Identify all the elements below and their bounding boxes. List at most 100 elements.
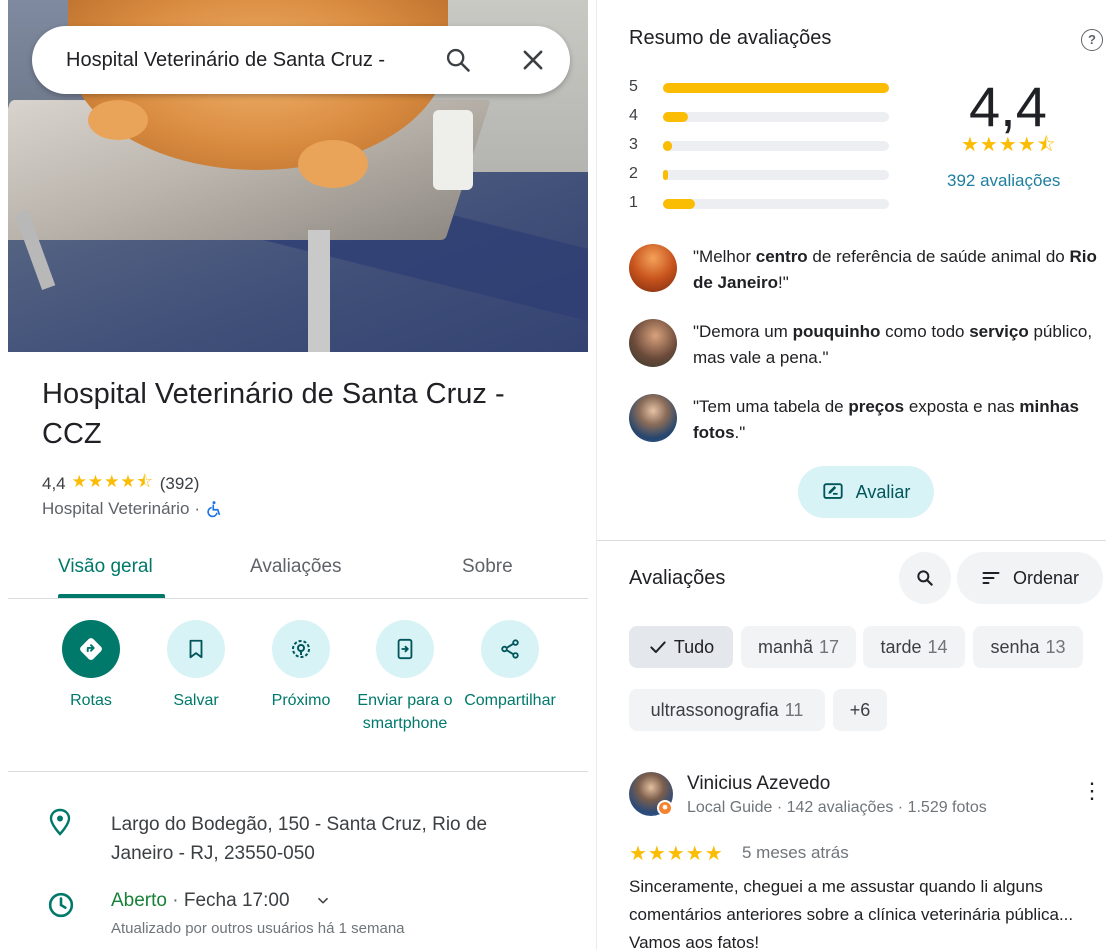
snippet-keyword: preços <box>848 397 905 416</box>
chip-label: ultrassonografia <box>650 699 779 720</box>
address-text: Largo do Bodegão, 150 - Santa Cruz, Rio … <box>111 814 488 864</box>
review-author[interactable]: Vinicius Azevedo <box>687 773 830 795</box>
histogram-track <box>663 170 889 180</box>
search-icon[interactable] <box>444 46 472 74</box>
histogram-bar <box>663 199 695 209</box>
histogram-row[interactable]: 3 <box>629 136 899 156</box>
search-input[interactable]: Hospital Veterinário de Santa Cruz - <box>66 49 385 72</box>
snippet-text: exposta e nas <box>904 397 1020 416</box>
search-icon <box>917 570 933 586</box>
chip-count: 11 <box>784 699 804 720</box>
location-pin-icon <box>49 808 71 836</box>
local-guide-badge-icon: ✸ <box>657 800 673 816</box>
clock-icon <box>48 892 74 918</box>
tab-reviews[interactable]: Avaliações <box>250 556 342 578</box>
rating-value: 4,4 <box>42 473 66 493</box>
chip-count: 14 <box>927 636 948 657</box>
filter-chip-all[interactable]: Tudo <box>629 626 733 668</box>
chip-label: Tudo <box>673 636 715 657</box>
search-reviews-button[interactable] <box>899 552 951 604</box>
rate-review-icon <box>823 483 843 499</box>
bookmark-icon <box>189 639 203 659</box>
open-status: Aberto <box>111 890 167 911</box>
review-text: Sinceramente, cheguei a me assustar quan… <box>629 877 1074 950</box>
divider <box>8 771 588 772</box>
avatar <box>629 244 677 292</box>
category-line: Hospital Veterinário · <box>42 499 223 519</box>
write-review-label: Avaliar <box>855 481 911 502</box>
chip-label: manhã <box>757 636 813 657</box>
more-options-icon[interactable]: ⋮ <box>1081 780 1103 810</box>
hours-updated-note: Atualizado por outros usuários há 1 sema… <box>111 920 405 937</box>
avatar <box>629 394 677 442</box>
active-tab-indicator <box>58 594 165 598</box>
avatar <box>629 319 677 367</box>
histogram-row[interactable]: 2 <box>629 165 899 185</box>
histogram-track <box>663 141 889 151</box>
review-stars: ★★★★★ <box>629 843 724 865</box>
histogram-bar <box>663 83 889 93</box>
close-icon[interactable] <box>519 46 547 74</box>
chip-count: 13 <box>1045 636 1066 657</box>
snippet-text: "Demora um <box>693 322 793 341</box>
place-tabs: Visão geral Avaliações Sobre <box>8 540 588 599</box>
save-label: Salvar <box>173 692 219 709</box>
sort-icon <box>982 572 1000 584</box>
share-label: Compartilhar <box>464 692 556 709</box>
closing-time: Fecha 17:00 <box>183 890 290 911</box>
write-review-button[interactable]: Avaliar <box>798 466 934 518</box>
directions-button[interactable]: Rotas <box>36 620 146 712</box>
place-title: Hospital Veterinário de Santa Cruz - CCZ <box>42 378 505 450</box>
directions-label: Rotas <box>70 692 112 709</box>
histogram-track <box>663 112 889 122</box>
review-count-link[interactable]: 392 avaliações <box>947 171 1060 191</box>
histogram-track <box>663 83 889 93</box>
place-panel: Hospital Veterinário de Santa Cruz - Hos… <box>0 0 596 950</box>
snippet-text: ." <box>734 423 746 442</box>
avatar[interactable]: ✸ <box>629 772 673 816</box>
summary-title: Resumo de avaliações <box>629 27 832 49</box>
search-box[interactable]: Hospital Veterinário de Santa Cruz - <box>32 26 570 94</box>
category-label[interactable]: Hospital Veterinário <box>42 499 189 519</box>
histogram-row[interactable]: 1 <box>629 194 899 214</box>
hours-separator: · <box>166 890 184 911</box>
nearby-icon <box>292 640 310 658</box>
nearby-label: Próximo <box>271 692 331 709</box>
snippet-keyword: serviço <box>969 322 1029 341</box>
chip-label: senha <box>990 636 1040 657</box>
directions-icon <box>80 638 102 660</box>
filter-chip[interactable]: senha 13 <box>973 626 1083 668</box>
histogram-star-label: 3 <box>629 136 638 153</box>
snippet-text: "Tem uma tabela de <box>693 397 849 416</box>
chip-label: tarde <box>880 636 922 657</box>
review-count[interactable]: (392) <box>160 474 200 494</box>
tab-about[interactable]: Sobre <box>462 556 513 578</box>
snippet-text: como todo <box>880 322 970 341</box>
snippet-text: de referência de saúde animal do <box>807 247 1070 266</box>
sort-label: Ordenar <box>1012 567 1080 588</box>
help-icon[interactable]: ? <box>1081 29 1103 51</box>
share-icon <box>501 639 519 659</box>
save-button[interactable]: Salvar <box>141 620 251 712</box>
rating-stars: ★★★★⯪ <box>71 472 154 491</box>
histogram-row[interactable]: 5 <box>629 78 899 98</box>
reviews-title: Avaliações <box>629 567 726 589</box>
histogram-star-label: 4 <box>629 107 638 124</box>
share-button[interactable]: Compartilhar <box>455 620 565 712</box>
tab-overview[interactable]: Visão geral <box>58 556 153 578</box>
chip-count: 17 <box>819 636 840 657</box>
chevron-down-icon[interactable] <box>316 894 330 908</box>
histogram-row[interactable]: 4 <box>629 107 899 127</box>
more-filters-chip[interactable]: +6 <box>833 689 887 731</box>
snippet-quote: "Melhor centro de referência de saúde an… <box>693 244 1103 296</box>
rating-summary[interactable]: 4,4 ★★★★⯪ (392) <box>42 469 199 498</box>
snippet-quote: "Tem uma tabela de preços exposta e nas … <box>693 394 1103 446</box>
histogram-bar <box>663 141 673 151</box>
sort-button[interactable]: Ordenar <box>957 552 1103 604</box>
filter-chip[interactable]: tarde 14 <box>863 626 965 668</box>
filter-chip[interactable]: manhã 17 <box>741 626 856 668</box>
nearby-button[interactable]: Próximo <box>246 620 356 712</box>
histogram-star-label: 2 <box>629 165 638 182</box>
send-to-phone-button[interactable]: Enviar para o smartphone <box>350 620 460 735</box>
filter-chip[interactable]: ultrassonografia 11 <box>629 689 825 731</box>
